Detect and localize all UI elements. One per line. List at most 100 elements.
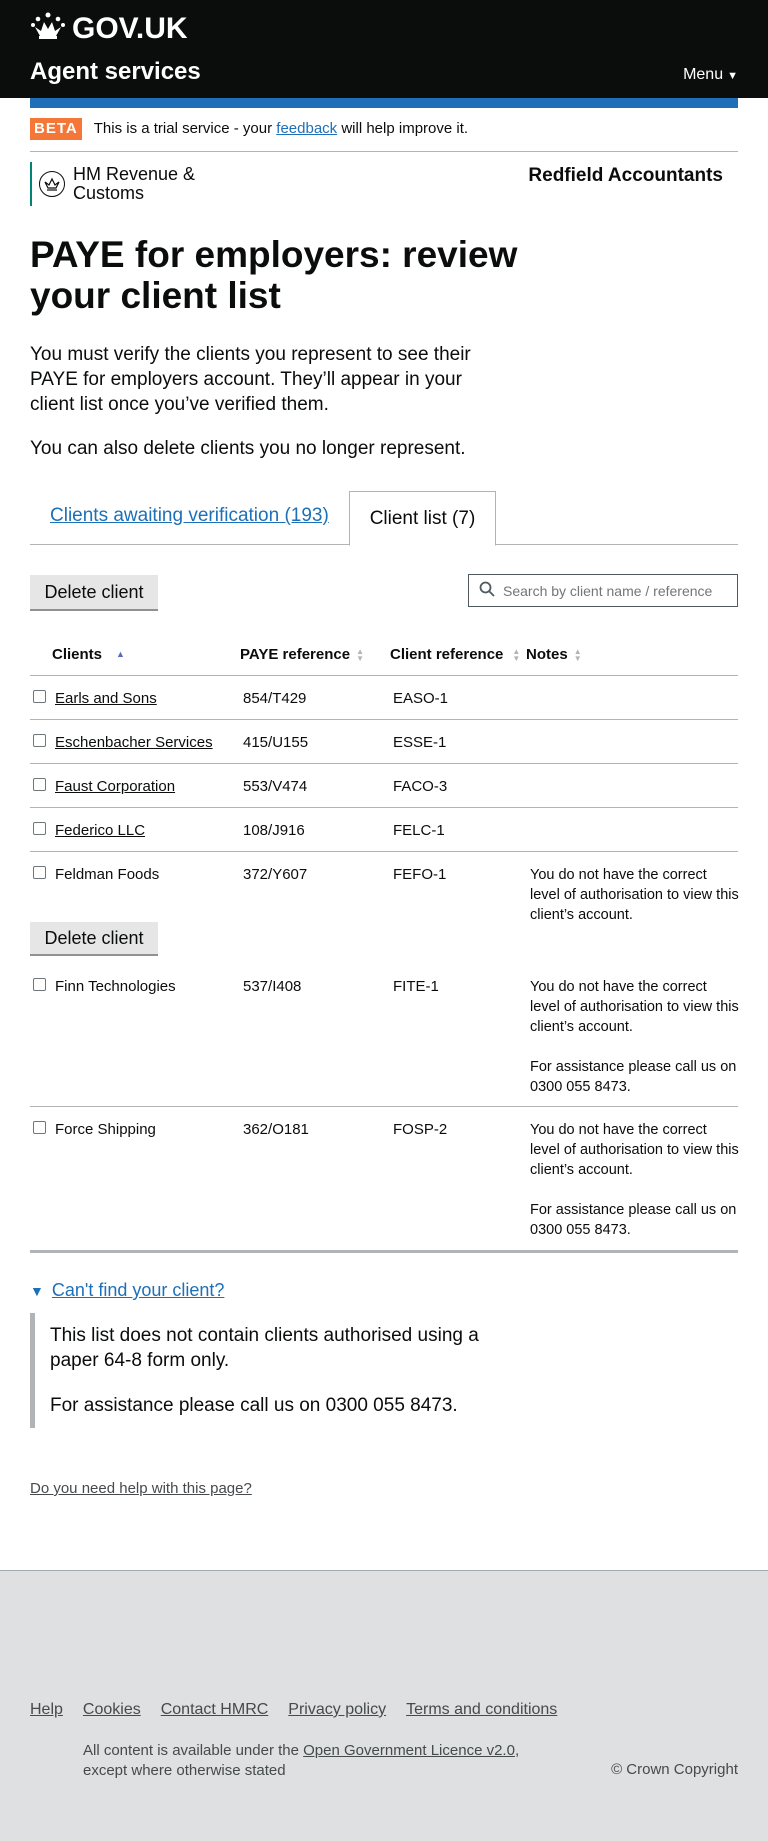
- paye-reference: 553/V474: [243, 778, 308, 795]
- row-checkbox[interactable]: [33, 822, 46, 835]
- tab-clients-awaiting-verification[interactable]: Clients awaiting verification (193): [50, 505, 329, 527]
- search-input[interactable]: [501, 581, 721, 600]
- menu-label: Menu: [683, 66, 724, 83]
- row-notes: You do not have the correct level of aut…: [530, 865, 740, 945]
- phase-banner: BETA This is a trial service - your feed…: [30, 118, 738, 152]
- footer-link-cookies[interactable]: Cookies: [83, 1701, 141, 1719]
- sort-icon: ▲ ▼: [356, 646, 364, 663]
- triangle-down-icon: ▼: [30, 1282, 44, 1299]
- beta-tag: BETA: [30, 118, 82, 140]
- delete-note-paragraph: You can also delete clients you no longe…: [30, 438, 466, 459]
- phase-banner-text: This is a trial service - your feedback …: [94, 118, 468, 140]
- authorisation-note: You do not have the correct level of aut…: [530, 979, 739, 1035]
- row-checkbox[interactable]: [33, 978, 46, 991]
- details-paragraph: For assistance please call us on 0300 05…: [50, 1395, 458, 1416]
- govuk-logo-link[interactable]: GOV.UK: [30, 10, 188, 48]
- licence-text: All content is available under the Open …: [83, 1741, 553, 1781]
- client-reference: FACO-3: [393, 778, 448, 795]
- table-row: Federico LLC 108/J916 FELC-1: [30, 808, 738, 852]
- govuk-logo-text: GOV.UK: [72, 12, 188, 45]
- details-paragraph: This list does not contain clients autho…: [50, 1325, 479, 1371]
- intro-paragraph: You must verify the clients you represen…: [30, 344, 471, 415]
- table-row: Finn Technologies 537/I408 FITE-1 You do…: [30, 964, 739, 1107]
- footer-links: Help Cookies Contact HMRC Privacy policy…: [30, 1701, 557, 1719]
- table-row: Faust Corporation 553/V474 FACO-3: [30, 764, 738, 808]
- phase-text-after: will help improve it.: [337, 120, 469, 137]
- delete-client-button-overlapping[interactable]: Delete client: [30, 922, 158, 954]
- row-checkbox[interactable]: [33, 690, 46, 703]
- phase-text-before: This is a trial service - your: [93, 120, 277, 137]
- column-header-clients[interactable]: Clients ▲: [52, 646, 125, 663]
- column-header-client-reference[interactable]: Client reference ▲ ▼: [390, 646, 520, 663]
- table-row: Eschenbacher Services 415/U155 ESSE-1: [30, 720, 738, 764]
- details-summary-link[interactable]: Can't find your client?: [52, 1280, 225, 1301]
- client-name: Force Shipping: [55, 1121, 156, 1138]
- client-reference: ESSE-1: [393, 734, 447, 751]
- client-reference: FOSP-2: [393, 1121, 448, 1138]
- column-header-notes[interactable]: Notes ▲ ▼: [526, 646, 582, 663]
- organisation-name: HM Revenue & Customs: [73, 165, 195, 203]
- client-name: Feldman Foods: [55, 866, 160, 883]
- client-search[interactable]: [468, 574, 738, 607]
- client-reference: EASO-1: [393, 690, 449, 707]
- crown-icon: [30, 10, 72, 48]
- authorisation-note: You do not have the correct level of aut…: [530, 867, 739, 923]
- assistance-note: For assistance please call us on 0300 05…: [530, 1202, 737, 1238]
- row-notes: You do not have the correct level of aut…: [530, 977, 740, 1117]
- footer-link-contact-hmrc[interactable]: Contact HMRC: [161, 1701, 269, 1719]
- help-with-page-link[interactable]: Do you need help with this page?: [30, 1480, 252, 1497]
- client-reference: FELC-1: [393, 822, 445, 839]
- sort-icon: ▲ ▼: [573, 646, 582, 663]
- table-row: Earls and Sons 854/T429 EASO-1: [30, 676, 738, 720]
- client-tabs: Clients awaiting verification (193) Clie…: [30, 491, 738, 546]
- footer-link-privacy-policy[interactable]: Privacy policy: [288, 1701, 386, 1719]
- row-checkbox[interactable]: [33, 866, 46, 879]
- tab-client-list[interactable]: Client list (7): [349, 491, 496, 546]
- sort-icon: ▲ ▼: [512, 646, 521, 663]
- row-checkbox[interactable]: [33, 734, 46, 747]
- client-name-link[interactable]: Faust Corporation: [55, 777, 175, 797]
- organisation-name-line1: HM Revenue &: [73, 164, 196, 184]
- column-header-clients-label: Clients: [52, 646, 103, 663]
- row-checkbox[interactable]: [33, 1121, 46, 1134]
- column-header-client-reference-label: Client reference: [390, 646, 504, 663]
- footer-link-help[interactable]: Help: [30, 1701, 63, 1719]
- page-title: PAYE for employers: review your client l…: [30, 234, 518, 316]
- service-name-link[interactable]: Agent services: [30, 58, 201, 86]
- paye-reference: 372/Y607: [243, 866, 308, 883]
- client-reference: FEFO-1: [393, 866, 447, 883]
- details-body: This list does not contain clients autho…: [30, 1313, 500, 1428]
- menu-toggle-button[interactable]: Menu ▼: [683, 66, 738, 84]
- organisation-name-line2: Customs: [73, 183, 145, 203]
- column-header-paye[interactable]: PAYE reference ▲ ▼: [240, 646, 364, 663]
- sort-ascending-icon: ▲: [116, 649, 125, 659]
- client-name-link[interactable]: Federico LLC: [55, 821, 145, 841]
- client-name: Finn Technologies: [55, 978, 176, 995]
- client-name-link[interactable]: Earls and Sons: [55, 689, 157, 709]
- footer-link-terms[interactable]: Terms and conditions: [406, 1701, 557, 1719]
- caret-down-icon: ▼: [727, 70, 738, 82]
- row-checkbox[interactable]: [33, 778, 46, 791]
- column-header-notes-label: Notes: [526, 646, 568, 663]
- licence-text-before: All content is available under the: [83, 1742, 304, 1759]
- hmrc-organisation-logo: HM Revenue & Customs: [30, 162, 195, 206]
- paye-reference: 108/J916: [243, 822, 305, 839]
- feedback-link[interactable]: feedback: [276, 120, 337, 137]
- paye-reference: 854/T429: [243, 690, 307, 707]
- table-header: Clients ▲ PAYE reference ▲ ▼ Client refer…: [30, 640, 738, 676]
- table-row: Force Shipping 362/O181 FOSP-2 You do no…: [30, 1107, 739, 1250]
- open-government-licence-link[interactable]: Open Government Licence v2.0: [303, 1742, 515, 1759]
- footer: Help Cookies Contact HMRC Privacy policy…: [0, 1570, 768, 1841]
- paye-reference: 537/I408: [243, 978, 302, 995]
- details-summary[interactable]: ▼ Can't find your client?: [30, 1280, 730, 1301]
- crown-copyright: © Crown Copyright: [611, 1761, 738, 1778]
- paye-reference: 362/O181: [243, 1121, 309, 1138]
- row-notes: You do not have the correct level of aut…: [530, 1120, 740, 1260]
- table-bottom-rule: [30, 1250, 738, 1253]
- client-reference: FITE-1: [393, 978, 439, 995]
- header-blue-bar: [30, 98, 738, 108]
- delete-client-button[interactable]: Delete client: [30, 575, 158, 609]
- cant-find-client-details: ▼ Can't find your client? This list does…: [30, 1280, 730, 1428]
- client-name-link[interactable]: Eschenbacher Services: [55, 733, 213, 753]
- agency-name: Redfield Accountants: [528, 165, 723, 186]
